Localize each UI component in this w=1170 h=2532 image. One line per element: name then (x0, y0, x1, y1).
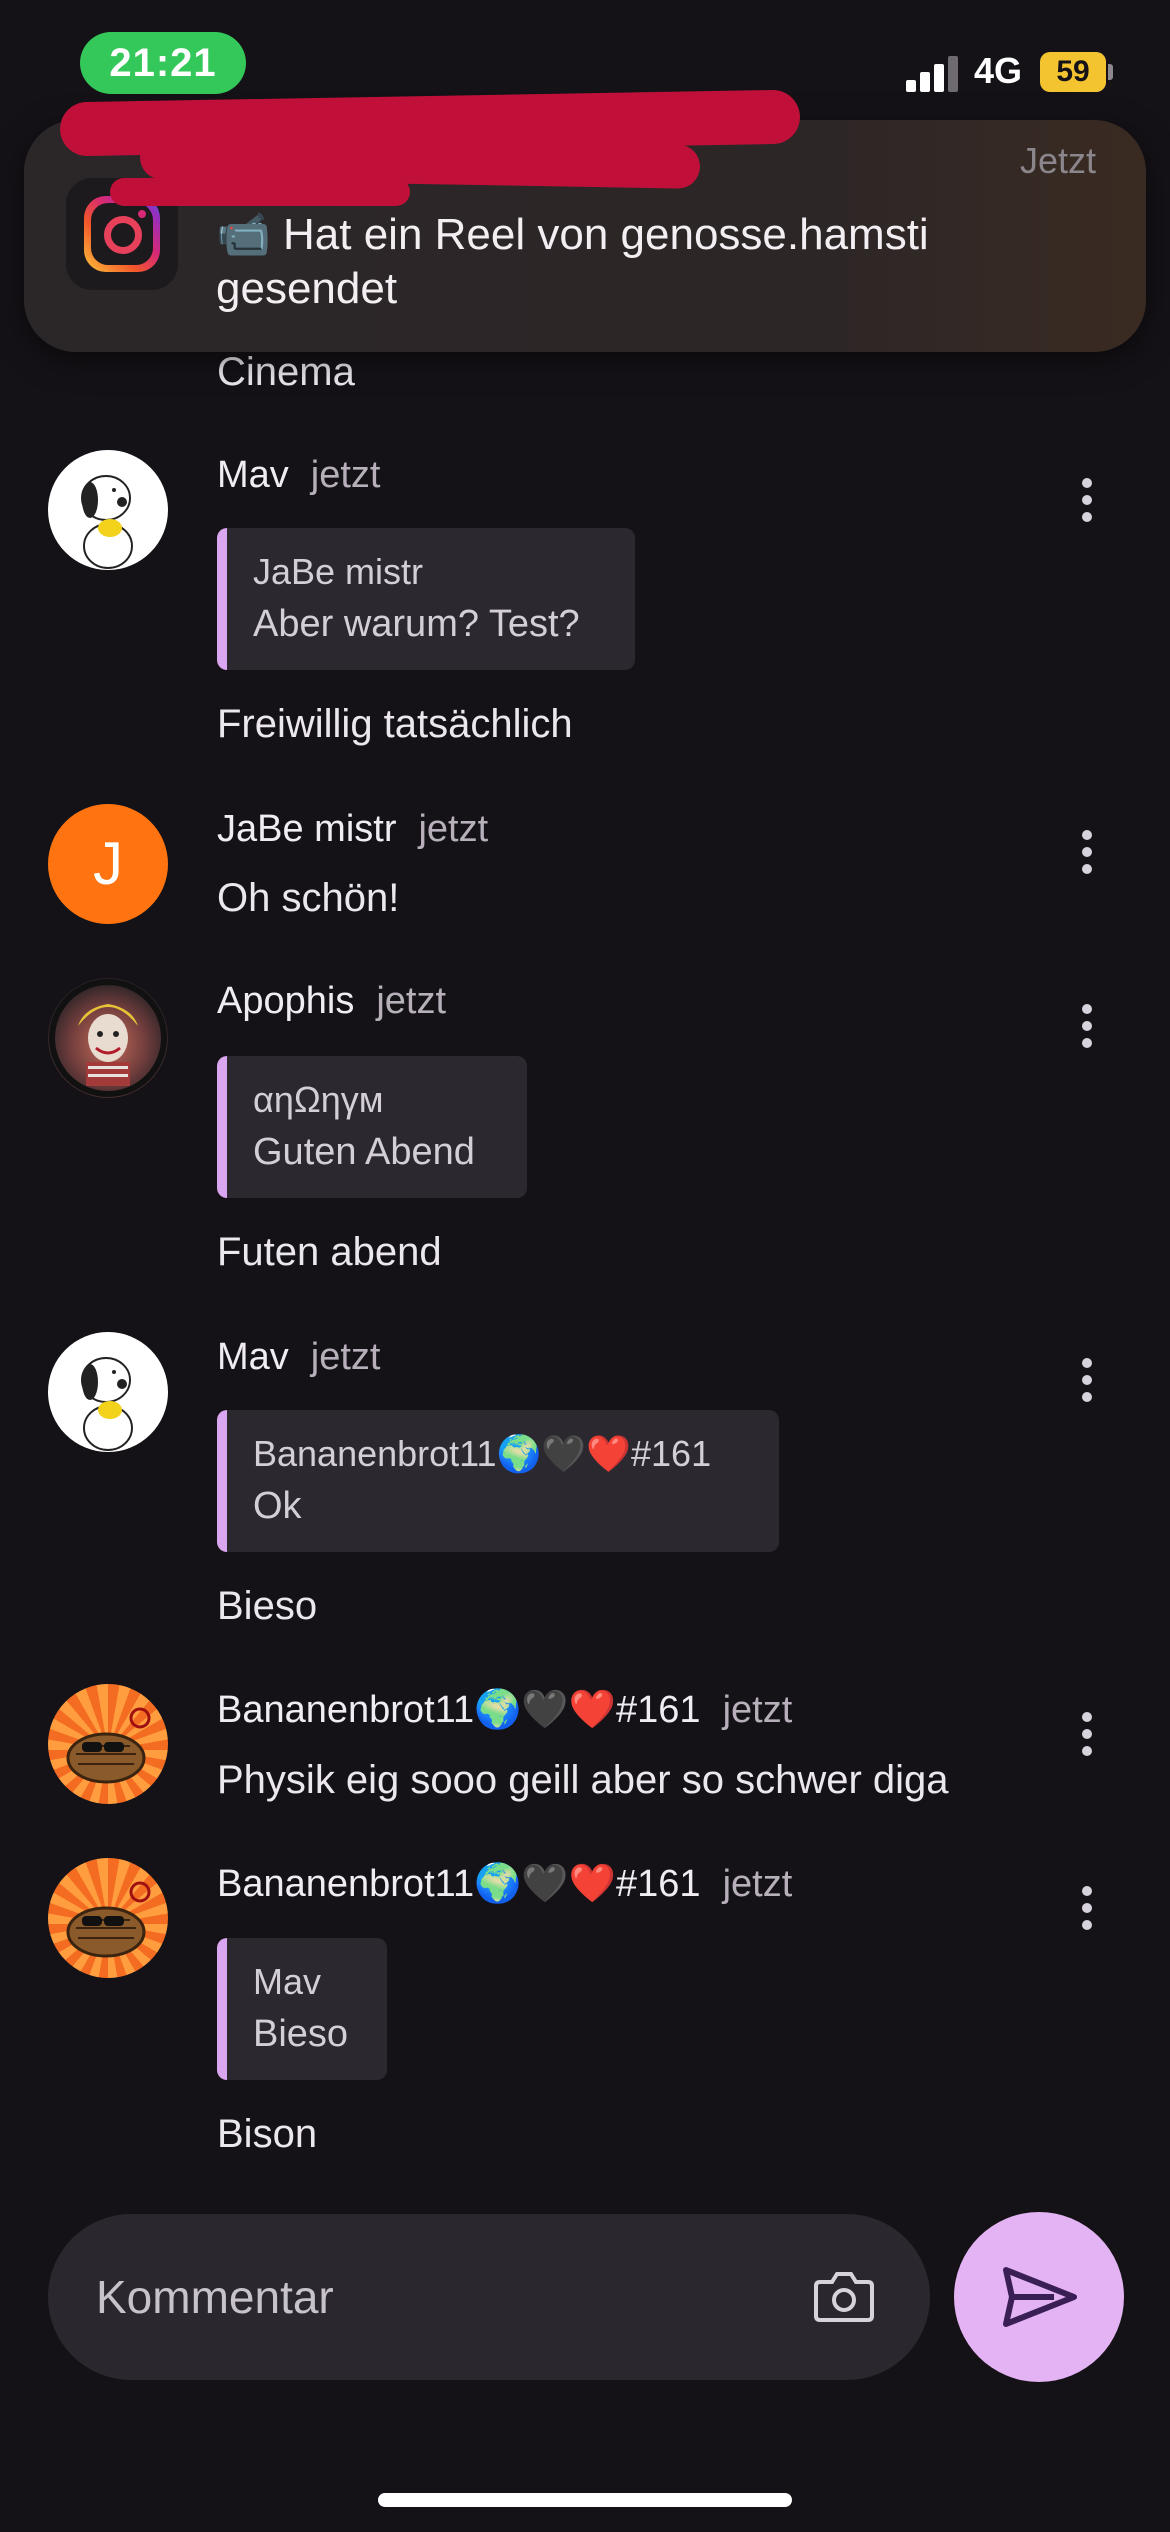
quote-text: Bieso (253, 2013, 349, 2055)
signal-icon (906, 54, 960, 92)
message-text: Bison (217, 2112, 318, 2156)
message-header: Mav jetzt (217, 1336, 381, 1379)
message-header: JaBe mistr jetzt (217, 808, 488, 851)
avatar[interactable] (48, 1684, 168, 1804)
message-header: Bananenbrot11🌍🖤❤️#161 jetzt (217, 1688, 792, 1732)
message-text: Futen abend (217, 1230, 442, 1274)
message-text: Freiwillig tatsächlich (217, 702, 573, 746)
quote-author: JaBe mistr (253, 551, 424, 592)
message-time: jetzt (418, 808, 489, 850)
avatar[interactable] (48, 450, 168, 570)
quoted-reply[interactable]: Mav Bieso (217, 1938, 387, 2080)
snoopy-avatar (81, 1357, 133, 1451)
message-header: Mav jetzt (217, 454, 381, 497)
quoted-reply[interactable]: JaBe mistr Aber warum? Test? (217, 528, 635, 670)
notification-text: 📹 Hat ein Reel von genosse.hamsti gesend… (216, 210, 929, 313)
quote-text: Guten Abend (253, 1131, 475, 1173)
message-text: Bieso (217, 1584, 318, 1628)
message-time: jetzt (310, 1336, 381, 1378)
avatar[interactable]: J (48, 804, 168, 924)
camera-icon[interactable] (814, 2268, 874, 2324)
partial-message-text: Cinema (217, 350, 355, 394)
quote-text: Aber warum? Test? (253, 603, 580, 645)
more-options-icon[interactable] (1072, 1350, 1102, 1410)
message-time: jetzt (310, 454, 381, 496)
more-options-icon[interactable] (1072, 996, 1102, 1056)
author-name[interactable]: Mav (217, 1336, 289, 1378)
message-header: Apophis jetzt (217, 980, 446, 1023)
more-options-icon[interactable] (1072, 1878, 1102, 1938)
quoted-reply[interactable]: Bananenbrot11🌍🖤❤️#161 Ok (217, 1410, 779, 1552)
more-options-icon[interactable] (1072, 1704, 1102, 1764)
bug-avatar (66, 1881, 151, 1958)
quote-author: Bananenbrot11🌍🖤❤️#161 (253, 1433, 712, 1474)
avatar[interactable] (48, 978, 168, 1098)
joker-avatar (49, 979, 167, 1097)
comment-placeholder: Kommentar (96, 2271, 334, 2323)
comment-input[interactable]: Kommentar (48, 2214, 930, 2380)
send-button[interactable] (954, 2212, 1124, 2382)
more-options-icon[interactable] (1072, 470, 1102, 530)
avatar[interactable] (48, 1858, 168, 1978)
message-text: Oh schön! (217, 876, 400, 920)
avatar[interactable] (48, 1332, 168, 1452)
quote-text: Ok (253, 1485, 302, 1527)
message-time: jetzt (376, 980, 447, 1022)
more-options-icon[interactable] (1072, 822, 1102, 882)
home-indicator[interactable] (378, 2493, 792, 2507)
bug-avatar (66, 1707, 151, 1784)
author-name[interactable]: Bananenbrot11🌍🖤❤️#161 (217, 1689, 701, 1731)
redaction-mark (110, 178, 410, 206)
snoopy-avatar (81, 475, 133, 569)
battery-icon: 59 (1040, 52, 1106, 92)
network-type: 4G (974, 50, 1023, 91)
author-name[interactable]: Bananenbrot11🌍🖤❤️#161 (217, 1863, 701, 1905)
notification-time: Jetzt (1019, 140, 1096, 181)
status-time[interactable]: 21:21 (80, 32, 246, 94)
message-time: jetzt (722, 1863, 793, 1905)
quote-author: αηΩηγм (253, 1079, 384, 1120)
author-name[interactable]: Mav (217, 454, 289, 496)
message-text: Physik eig sooo geill aber so schwer dig… (217, 1758, 949, 1802)
send-icon (1003, 2267, 1077, 2327)
message-time: jetzt (722, 1689, 793, 1731)
author-name[interactable]: JaBe mistr (217, 808, 396, 850)
quoted-reply[interactable]: αηΩηγм Guten Abend (217, 1056, 527, 1198)
quote-author: Mav (253, 1961, 322, 2002)
message-header: Bananenbrot11🌍🖤❤️#161 jetzt (217, 1862, 792, 1906)
author-name[interactable]: Apophis (217, 980, 354, 1022)
